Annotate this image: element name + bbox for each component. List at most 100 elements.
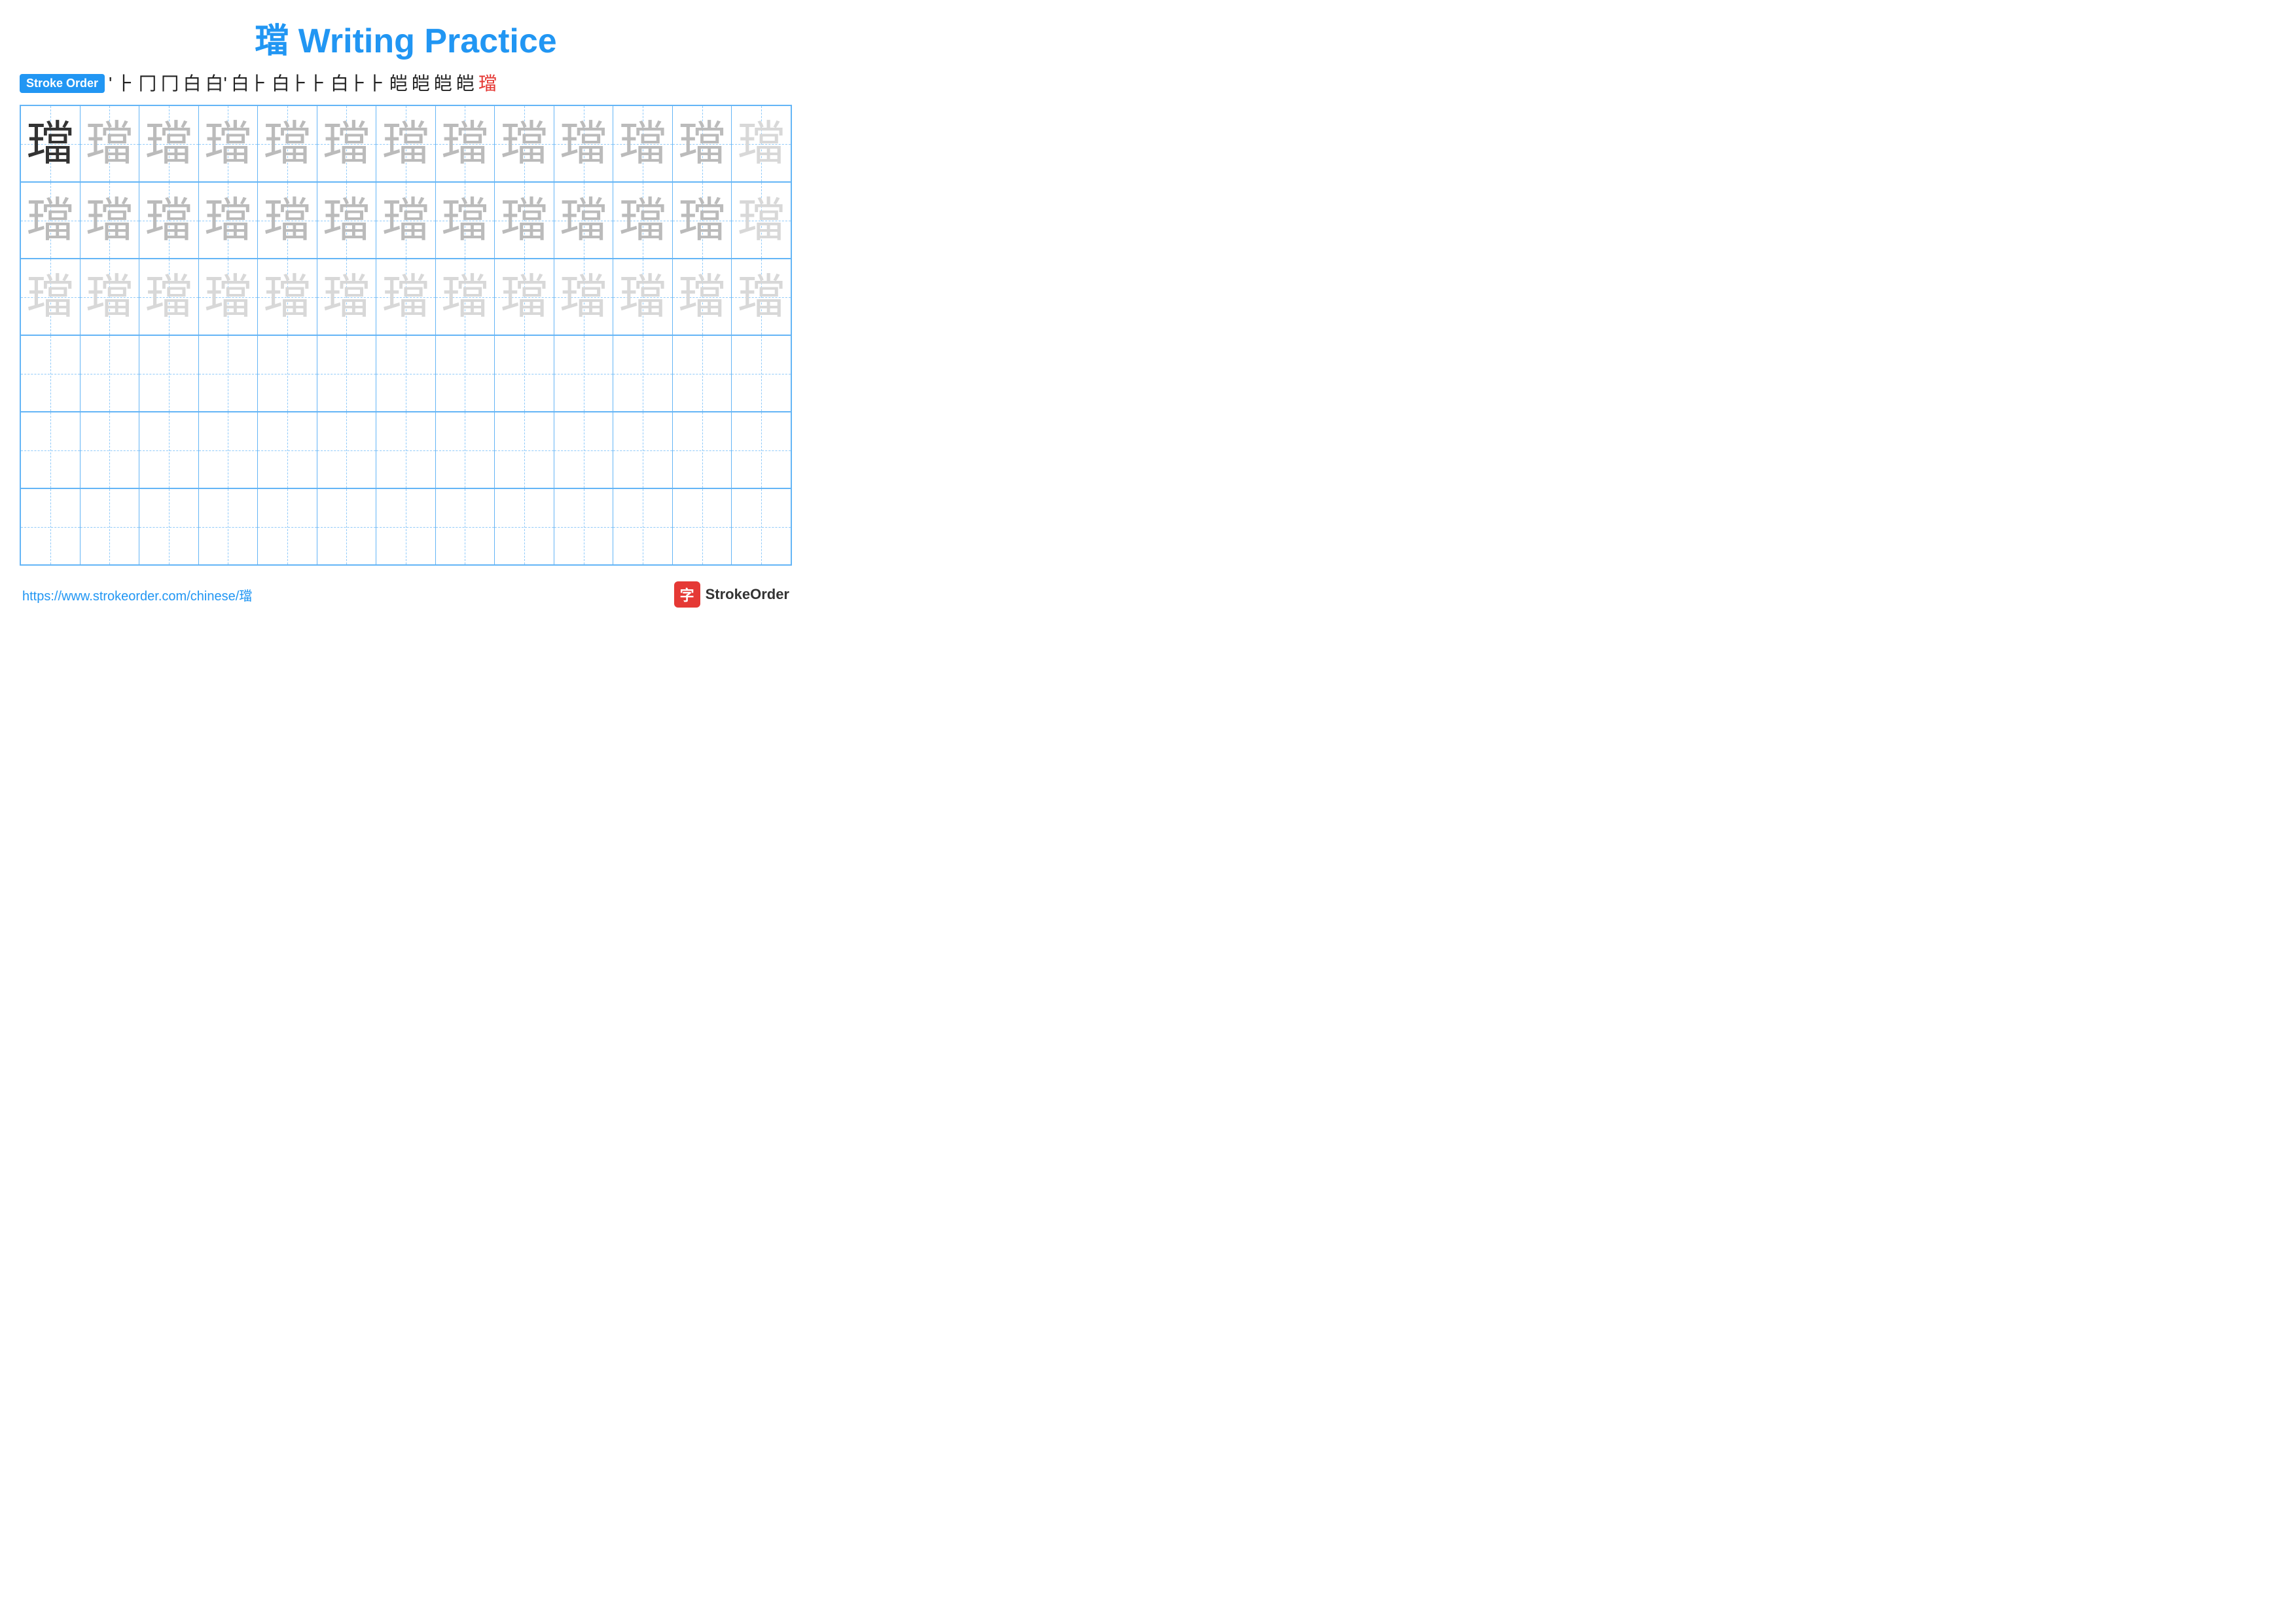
grid-row-1: 璫 璫 璫 璫 璫 璫 璫 璫 璫 璫 璫 璫 璫: [21, 106, 791, 183]
grid-cell-1-3: 璫: [139, 106, 199, 181]
char-display: 璫: [560, 120, 607, 168]
stroke-13: 皑: [456, 75, 475, 93]
stroke-10: 皑: [389, 75, 408, 93]
grid-cell-5-3[interactable]: [139, 412, 199, 488]
char-display: 璫: [86, 274, 133, 321]
grid-cell-2-11: 璫: [613, 183, 673, 258]
stroke-12: 皑: [434, 75, 452, 93]
grid-cell-4-2[interactable]: [81, 336, 140, 411]
grid-cell-5-10[interactable]: [554, 412, 614, 488]
stroke-order-row: Stroke Order ' ⺊ 冂 冂 白 白' 白⺊ 白⺊⺊ 白⺊⺊ 皑 皑…: [20, 74, 792, 93]
footer: https://www.strokeorder.com/chinese/璫 字 …: [20, 581, 792, 608]
grid-cell-6-13[interactable]: [732, 489, 791, 564]
grid-cell-4-13[interactable]: [732, 336, 791, 411]
grid-cell-4-5[interactable]: [258, 336, 317, 411]
grid-cell-4-4[interactable]: [199, 336, 259, 411]
char-display: 璫: [145, 120, 192, 168]
grid-cell-1-5: 璫: [258, 106, 317, 181]
stroke-14-final: 璫: [478, 75, 497, 93]
char-display: 璫: [501, 197, 548, 244]
grid-cell-6-10[interactable]: [554, 489, 614, 564]
grid-cell-1-8: 璫: [436, 106, 495, 181]
grid-cell-3-2: 璫: [81, 259, 140, 335]
grid-cell-3-10: 璫: [554, 259, 614, 335]
grid-cell-3-11: 璫: [613, 259, 673, 335]
grid-cell-4-12[interactable]: [673, 336, 732, 411]
grid-cell-5-5[interactable]: [258, 412, 317, 488]
grid-cell-6-7[interactable]: [376, 489, 436, 564]
char-display: 璫: [204, 197, 251, 244]
char-display: 璫: [86, 120, 133, 168]
stroke-4: 冂: [160, 75, 179, 93]
grid-cell-5-11[interactable]: [613, 412, 673, 488]
grid-cell-4-10[interactable]: [554, 336, 614, 411]
char-display: 璫: [679, 197, 726, 244]
char-display: 璫: [501, 120, 548, 168]
grid-cell-6-8[interactable]: [436, 489, 495, 564]
grid-cell-3-1: 璫: [21, 259, 81, 335]
footer-brand: 字 StrokeOrder: [674, 581, 789, 608]
grid-cell-1-4: 璫: [199, 106, 259, 181]
char-display: 璫: [679, 120, 726, 168]
grid-cell-6-3[interactable]: [139, 489, 199, 564]
grid-cell-5-6[interactable]: [317, 412, 377, 488]
grid-cell-2-5: 璫: [258, 183, 317, 258]
char-display: 璫: [619, 197, 666, 244]
grid-cell-2-12: 璫: [673, 183, 732, 258]
grid-cell-1-9: 璫: [495, 106, 554, 181]
grid-cell-2-9: 璫: [495, 183, 554, 258]
stroke-3: 冂: [138, 75, 156, 93]
grid-cell-6-1[interactable]: [21, 489, 81, 564]
char-display: 璫: [738, 197, 785, 244]
grid-cell-5-2[interactable]: [81, 412, 140, 488]
grid-cell-4-11[interactable]: [613, 336, 673, 411]
grid-cell-5-4[interactable]: [199, 412, 259, 488]
grid-cell-6-4[interactable]: [199, 489, 259, 564]
grid-cell-2-6: 璫: [317, 183, 377, 258]
grid-cell-6-9[interactable]: [495, 489, 554, 564]
grid-cell-4-6[interactable]: [317, 336, 377, 411]
grid-cell-4-8[interactable]: [436, 336, 495, 411]
grid-cell-1-1: 璫: [21, 106, 81, 181]
grid-row-3: 璫 璫 璫 璫 璫 璫 璫 璫 璫 璫 璫 璫 璫: [21, 259, 791, 336]
grid-cell-4-3[interactable]: [139, 336, 199, 411]
char-display: 璫: [27, 120, 74, 168]
grid-cell-5-7[interactable]: [376, 412, 436, 488]
grid-cell-5-12[interactable]: [673, 412, 732, 488]
grid-cell-5-13[interactable]: [732, 412, 791, 488]
grid-cell-2-4: 璫: [199, 183, 259, 258]
grid-cell-4-7[interactable]: [376, 336, 436, 411]
grid-cell-5-8[interactable]: [436, 412, 495, 488]
grid-cell-3-7: 璫: [376, 259, 436, 335]
char-display: 璫: [382, 274, 429, 321]
grid-cell-6-5[interactable]: [258, 489, 317, 564]
grid-cell-4-1[interactable]: [21, 336, 81, 411]
grid-cell-2-2: 璫: [81, 183, 140, 258]
stroke-8: 白⺊⺊: [272, 75, 327, 93]
grid-cell-4-9[interactable]: [495, 336, 554, 411]
char-display: 璫: [264, 274, 311, 321]
char-display: 璫: [441, 120, 488, 168]
grid-cell-6-6[interactable]: [317, 489, 377, 564]
stroke-7: 白⺊: [231, 75, 268, 93]
char-display: 璫: [323, 197, 370, 244]
char-display: 璫: [679, 274, 726, 321]
grid-cell-6-12[interactable]: [673, 489, 732, 564]
grid-row-6: [21, 489, 791, 564]
grid-cell-5-1[interactable]: [21, 412, 81, 488]
grid-cell-3-5: 璫: [258, 259, 317, 335]
char-display: 璫: [619, 120, 666, 168]
brand-icon: 字: [674, 581, 700, 608]
grid-cell-5-9[interactable]: [495, 412, 554, 488]
grid-cell-1-7: 璫: [376, 106, 436, 181]
char-display: 璫: [264, 120, 311, 168]
grid-cell-2-13: 璫: [732, 183, 791, 258]
char-display: 璫: [501, 274, 548, 321]
grid-cell-1-11: 璫: [613, 106, 673, 181]
grid-cell-6-2[interactable]: [81, 489, 140, 564]
grid-cell-3-12: 璫: [673, 259, 732, 335]
grid-cell-1-10: 璫: [554, 106, 614, 181]
grid-cell-6-11[interactable]: [613, 489, 673, 564]
char-display: 璫: [441, 274, 488, 321]
stroke-5: 白: [183, 75, 201, 93]
